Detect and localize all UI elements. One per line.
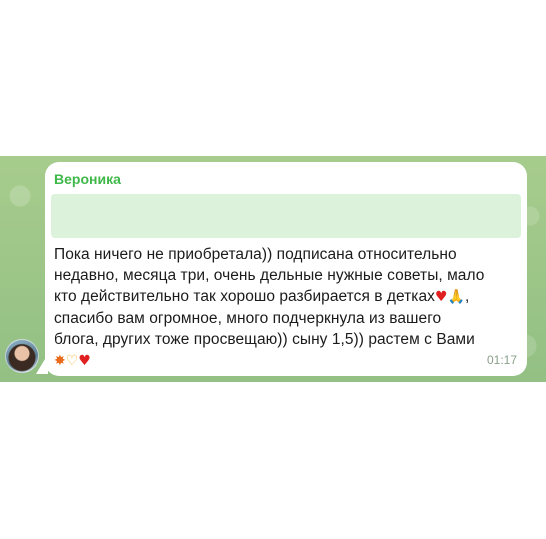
message-text: Пока ничего не приобретала)) подписана о…	[54, 244, 520, 372]
reply-preview[interactable]	[51, 194, 521, 238]
message-timestamp: 01:17	[486, 353, 517, 367]
message-line-5: блога, других тоже просвещаю)) сыну 1,5)…	[54, 331, 475, 348]
message-line-1: Пока ничего не приобретала)) подписана о…	[54, 246, 457, 263]
message-bubble[interactable]: Вероника Пока ничего не приобретала)) по…	[45, 162, 527, 376]
avatar[interactable]	[5, 339, 39, 373]
message-line-4: спасибо вам огромное, много подчеркнула …	[54, 310, 442, 327]
comma-text: ,	[465, 288, 470, 305]
heart-icon-2: ♥	[78, 353, 91, 369]
collision-icon: ✸	[54, 353, 66, 369]
heart-icon: ♥	[434, 289, 448, 305]
message-line-2: недавно, месяца три, очень дельные нужны…	[54, 267, 485, 284]
message-line-3: кто действительно так хорошо разбирается…	[54, 288, 435, 305]
sender-name[interactable]: Вероника	[54, 170, 121, 188]
chat-background: Вероника Пока ничего не приобретала)) по…	[0, 156, 546, 382]
pray-icon: 🙏	[447, 289, 466, 305]
heart-hands-icon: ♡	[65, 353, 79, 369]
